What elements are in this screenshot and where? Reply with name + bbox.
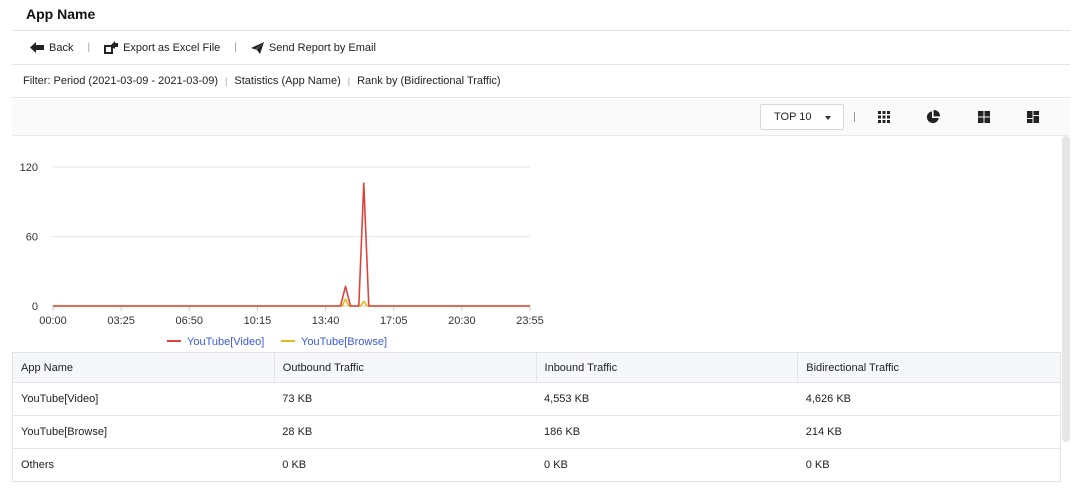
cell-bidirectional: 214 KB	[797, 415, 1061, 449]
cell-inbound: 186 KB	[536, 415, 798, 449]
tile-view-button[interactable]	[976, 109, 992, 125]
grid-view-button[interactable]	[876, 109, 892, 125]
legend-label: YouTube[Video]	[187, 336, 264, 348]
vertical-scrollbar[interactable]	[1062, 136, 1070, 442]
filter-rank: Rank by (Bidirectional Traffic)	[357, 75, 501, 87]
column-header-inbound[interactable]: Inbound Traffic	[536, 352, 799, 383]
toolbar-separator: |	[87, 42, 91, 53]
tiles-icon	[978, 111, 990, 123]
cell-outbound: 0 KB	[274, 448, 537, 482]
series-line	[53, 182, 530, 307]
page-title: App Name	[26, 6, 96, 22]
legend-label: YouTube[Browse]	[301, 336, 387, 348]
y-tick-label: 120	[20, 162, 38, 174]
cell-bidirectional: 0 KB	[797, 448, 1061, 482]
series-line	[53, 298, 530, 307]
table-header-row: App Name Outbound Traffic Inbound Traffi…	[12, 352, 1061, 383]
x-tick-label: 13:40	[312, 315, 340, 327]
x-tick-label: 00:00	[39, 315, 67, 327]
top-n-value: TOP 10	[774, 111, 812, 123]
grid-icon	[878, 111, 890, 123]
table-row[interactable]: Others 0 KB 0 KB 0 KB	[12, 448, 1061, 482]
send-email-button[interactable]: Send Report by Email	[250, 41, 376, 54]
cell-app-name: Others	[12, 448, 275, 482]
cell-bidirectional: 4,626 KB	[797, 382, 1061, 416]
dashboard-icon	[1027, 111, 1039, 123]
send-icon	[250, 41, 264, 54]
table-row[interactable]: YouTube[Video] 73 KB 4,553 KB 4,626 KB	[12, 382, 1061, 416]
x-tick-label: 06:50	[176, 315, 204, 327]
column-header-bidirectional[interactable]: Bidirectional Traffic	[797, 352, 1061, 383]
filter-statistics: Statistics (App Name)	[234, 75, 341, 87]
view-controls: TOP 10	[12, 99, 1070, 136]
export-excel-button[interactable]: Export as Excel File	[104, 41, 220, 54]
export-icon	[104, 41, 119, 54]
x-tick-label: 10:15	[244, 315, 272, 327]
cell-app-name: YouTube[Video]	[12, 382, 275, 416]
export-label: Export as Excel File	[123, 41, 221, 54]
filter-separator: |	[225, 76, 228, 86]
filter-separator: |	[347, 76, 351, 86]
back-label: Back	[49, 41, 74, 54]
cell-outbound: 73 KB	[274, 382, 537, 416]
pie-view-button[interactable]	[925, 109, 941, 125]
controls-separator	[854, 112, 855, 122]
title-bar: App Name	[12, 0, 1070, 31]
cell-outbound: 28 KB	[274, 415, 537, 449]
back-arrow-icon	[30, 42, 44, 53]
email-label: Send Report by Email	[268, 41, 376, 54]
x-tick-label: 17:05	[380, 315, 408, 327]
top-n-select[interactable]: TOP 10	[760, 104, 844, 130]
filter-period: Filter: Period (2021-03-09 - 2021-03-09)	[23, 75, 219, 87]
back-button[interactable]: Back	[30, 42, 73, 54]
toolbar: Back | Export as Excel File | Send Repor…	[12, 31, 1070, 65]
traffic-line-chart: 0 60 120 00:00 03:25 06:50 10:15 13:40 17:05 20:3…	[20, 162, 544, 348]
y-tick-label: 0	[32, 301, 38, 313]
app-traffic-table: App Name Outbound Traffic Inbound Traffi…	[12, 352, 1061, 482]
chevron-down-icon	[825, 116, 831, 120]
column-header-outbound[interactable]: Outbound Traffic	[274, 352, 537, 383]
column-header-app-name[interactable]: App Name	[12, 352, 275, 383]
table-row[interactable]: YouTube[Browse] 28 KB 186 KB 214 KB	[12, 415, 1061, 449]
toolbar-separator: |	[234, 42, 237, 53]
x-tick-label: 03:25	[107, 315, 135, 327]
x-tick-label: 20:30	[448, 315, 476, 327]
x-tick-label: 23:55	[516, 315, 544, 327]
cell-inbound: 0 KB	[536, 448, 798, 482]
cell-app-name: YouTube[Browse]	[12, 415, 275, 449]
y-tick-label: 60	[26, 232, 38, 244]
pie-chart-icon	[926, 109, 941, 124]
filter-bar: Filter: Period (2021-03-09 - 2021-03-09)…	[12, 65, 1070, 98]
dashboard-view-button[interactable]	[1025, 109, 1041, 125]
cell-inbound: 4,553 KB	[536, 382, 798, 416]
